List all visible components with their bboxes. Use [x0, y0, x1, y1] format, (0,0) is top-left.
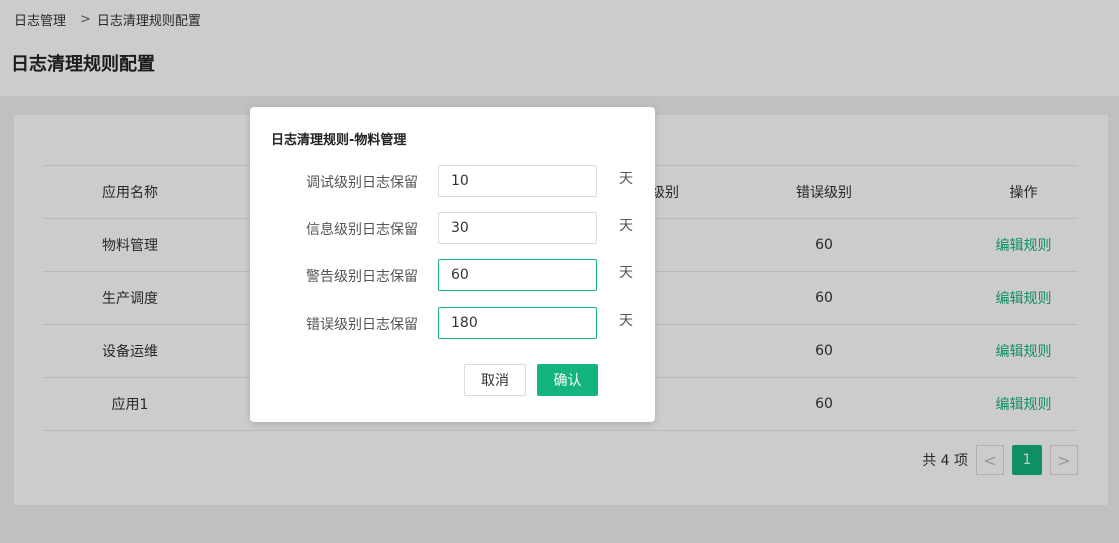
error-retention-input[interactable] [438, 307, 597, 339]
warn-retention-label: 警告级别日志保留 [306, 269, 418, 285]
form-row-info: 信息级别日志保留 天 [250, 212, 655, 244]
warn-retention-input[interactable] [438, 259, 597, 291]
form-row-warn: 警告级别日志保留 天 [250, 259, 655, 291]
confirm-button[interactable]: 确认 [537, 364, 598, 396]
debug-retention-label: 调试级别日志保留 [306, 175, 418, 191]
info-retention-label: 信息级别日志保留 [306, 222, 418, 238]
debug-retention-input[interactable] [438, 165, 597, 197]
info-unit-label: 天 [619, 218, 633, 234]
error-unit-label: 天 [619, 313, 633, 329]
info-retention-input[interactable] [438, 212, 597, 244]
debug-unit-label: 天 [619, 171, 633, 187]
warn-unit-label: 天 [619, 265, 633, 281]
form-row-error: 错误级别日志保留 天 [250, 307, 655, 339]
dialog-title: 日志清理规则-物料管理 [271, 133, 407, 148]
edit-rule-dialog: 日志清理规则-物料管理 调试级别日志保留 天 信息级别日志保留 天 警告级别日志… [250, 107, 655, 422]
cancel-button[interactable]: 取消 [464, 364, 526, 396]
form-row-debug: 调试级别日志保留 天 [250, 165, 655, 197]
error-retention-label: 错误级别日志保留 [306, 317, 418, 333]
